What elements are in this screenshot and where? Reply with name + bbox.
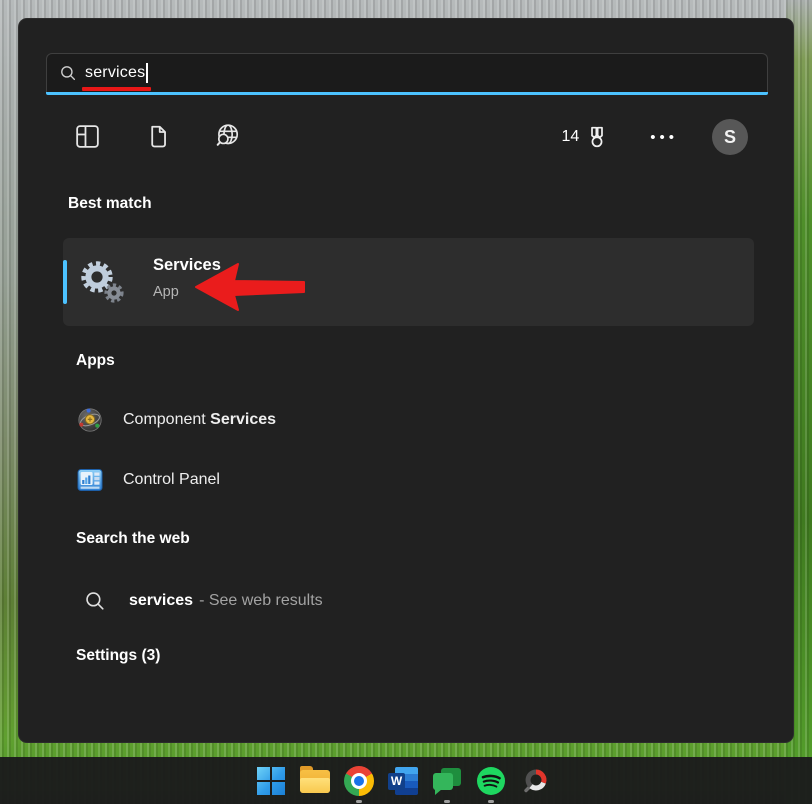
control-panel-icon <box>76 466 104 494</box>
web-search-magnifier-icon <box>84 590 107 613</box>
word-button[interactable]: W <box>388 766 418 796</box>
taskbar-icon-group: W <box>256 766 550 796</box>
search-icon <box>59 64 77 82</box>
search-query-text: services <box>85 64 145 82</box>
text-caret <box>146 63 148 83</box>
apps-section-header: Apps <box>76 352 115 370</box>
word-icon: W <box>388 767 418 795</box>
result-label: Control Panel <box>123 471 220 489</box>
search-toolbar: 14 ••• S <box>19 119 795 159</box>
web-result-label: services- See web results <box>129 592 323 610</box>
running-indicator <box>356 800 362 803</box>
google-chat-icon <box>432 766 462 796</box>
selection-accent-bar <box>63 260 67 304</box>
result-label: Component Services <box>123 411 276 429</box>
rewards-button[interactable]: 14 <box>561 124 610 150</box>
component-services-icon <box>76 406 104 434</box>
spotify-icon <box>476 766 506 796</box>
spotify-button[interactable] <box>476 766 506 796</box>
web-section-header: Search the web <box>76 530 190 548</box>
start-button[interactable] <box>256 766 286 796</box>
windows-logo-icon <box>257 767 285 795</box>
running-indicator <box>444 800 450 803</box>
filter-icon-row <box>73 119 242 153</box>
result-component-services[interactable]: Component Services <box>76 405 276 435</box>
rewards-count: 14 <box>561 128 579 146</box>
result-web-search[interactable]: services- See web results <box>81 586 323 616</box>
chrome-icon <box>344 766 374 796</box>
annotation-red-underline <box>82 87 151 91</box>
search-input[interactable]: services <box>46 53 768 92</box>
best-match-result-services[interactable]: Services App <box>63 238 754 326</box>
google-chat-button[interactable] <box>432 766 462 796</box>
services-gears-icon <box>78 258 126 306</box>
apps-filter-icon[interactable] <box>73 119 102 153</box>
documents-filter-icon[interactable] <box>143 119 172 153</box>
web-filter-icon[interactable] <box>213 119 242 153</box>
best-match-header: Best match <box>68 195 152 213</box>
running-indicator <box>488 800 494 803</box>
rewards-medal-icon <box>584 124 610 150</box>
result-control-panel[interactable]: Control Panel <box>76 465 220 495</box>
file-explorer-button[interactable] <box>300 766 330 796</box>
toolbar-right-cluster: 14 ••• S <box>561 119 748 155</box>
chrome-button[interactable] <box>344 766 374 796</box>
search-flyout-panel: services <box>18 18 794 743</box>
color-ring-button[interactable] <box>520 766 550 796</box>
taskbar: W <box>0 757 812 804</box>
more-options-button[interactable]: ••• <box>650 129 678 146</box>
settings-section-header: Settings (3) <box>76 647 160 665</box>
folder-icon <box>300 770 330 793</box>
color-ring-icon <box>520 766 550 796</box>
user-avatar[interactable]: S <box>712 119 748 155</box>
best-match-app-type: App <box>153 284 179 300</box>
best-match-app-name: Services <box>153 256 221 275</box>
